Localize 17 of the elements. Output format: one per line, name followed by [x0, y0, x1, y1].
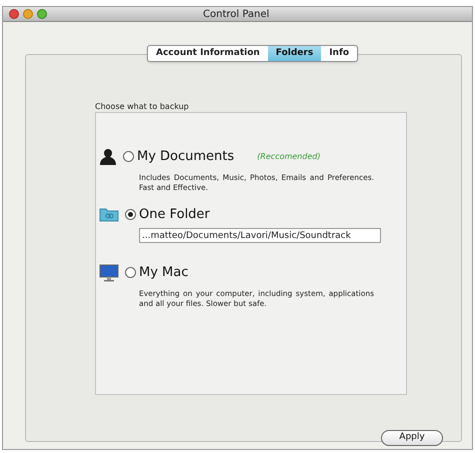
option-label[interactable]: My Mac	[139, 263, 188, 282]
zoom-button[interactable]	[37, 9, 47, 19]
recommended-note: (Reccomended)	[257, 150, 320, 163]
option-label[interactable]: My Documents	[137, 147, 234, 166]
tab[interactable]: Account Information	[148, 46, 268, 61]
close-button[interactable]	[9, 9, 19, 19]
window-title: Control Panel	[203, 8, 270, 22]
person-icon	[99, 148, 117, 166]
folder-icon	[99, 206, 119, 222]
tab[interactable]: Folders	[268, 46, 322, 61]
monitor-icon	[99, 264, 119, 282]
group-title: Choose what to backup	[95, 101, 189, 113]
minimize-button[interactable]	[23, 9, 33, 19]
tab[interactable]: Info	[321, 46, 358, 61]
option-label[interactable]: One Folder	[139, 204, 210, 224]
apply-button[interactable]: Apply	[381, 430, 443, 446]
path-field[interactable]: ...matteo/Documents/Lavori/Music/Soundtrack	[139, 228, 381, 243]
